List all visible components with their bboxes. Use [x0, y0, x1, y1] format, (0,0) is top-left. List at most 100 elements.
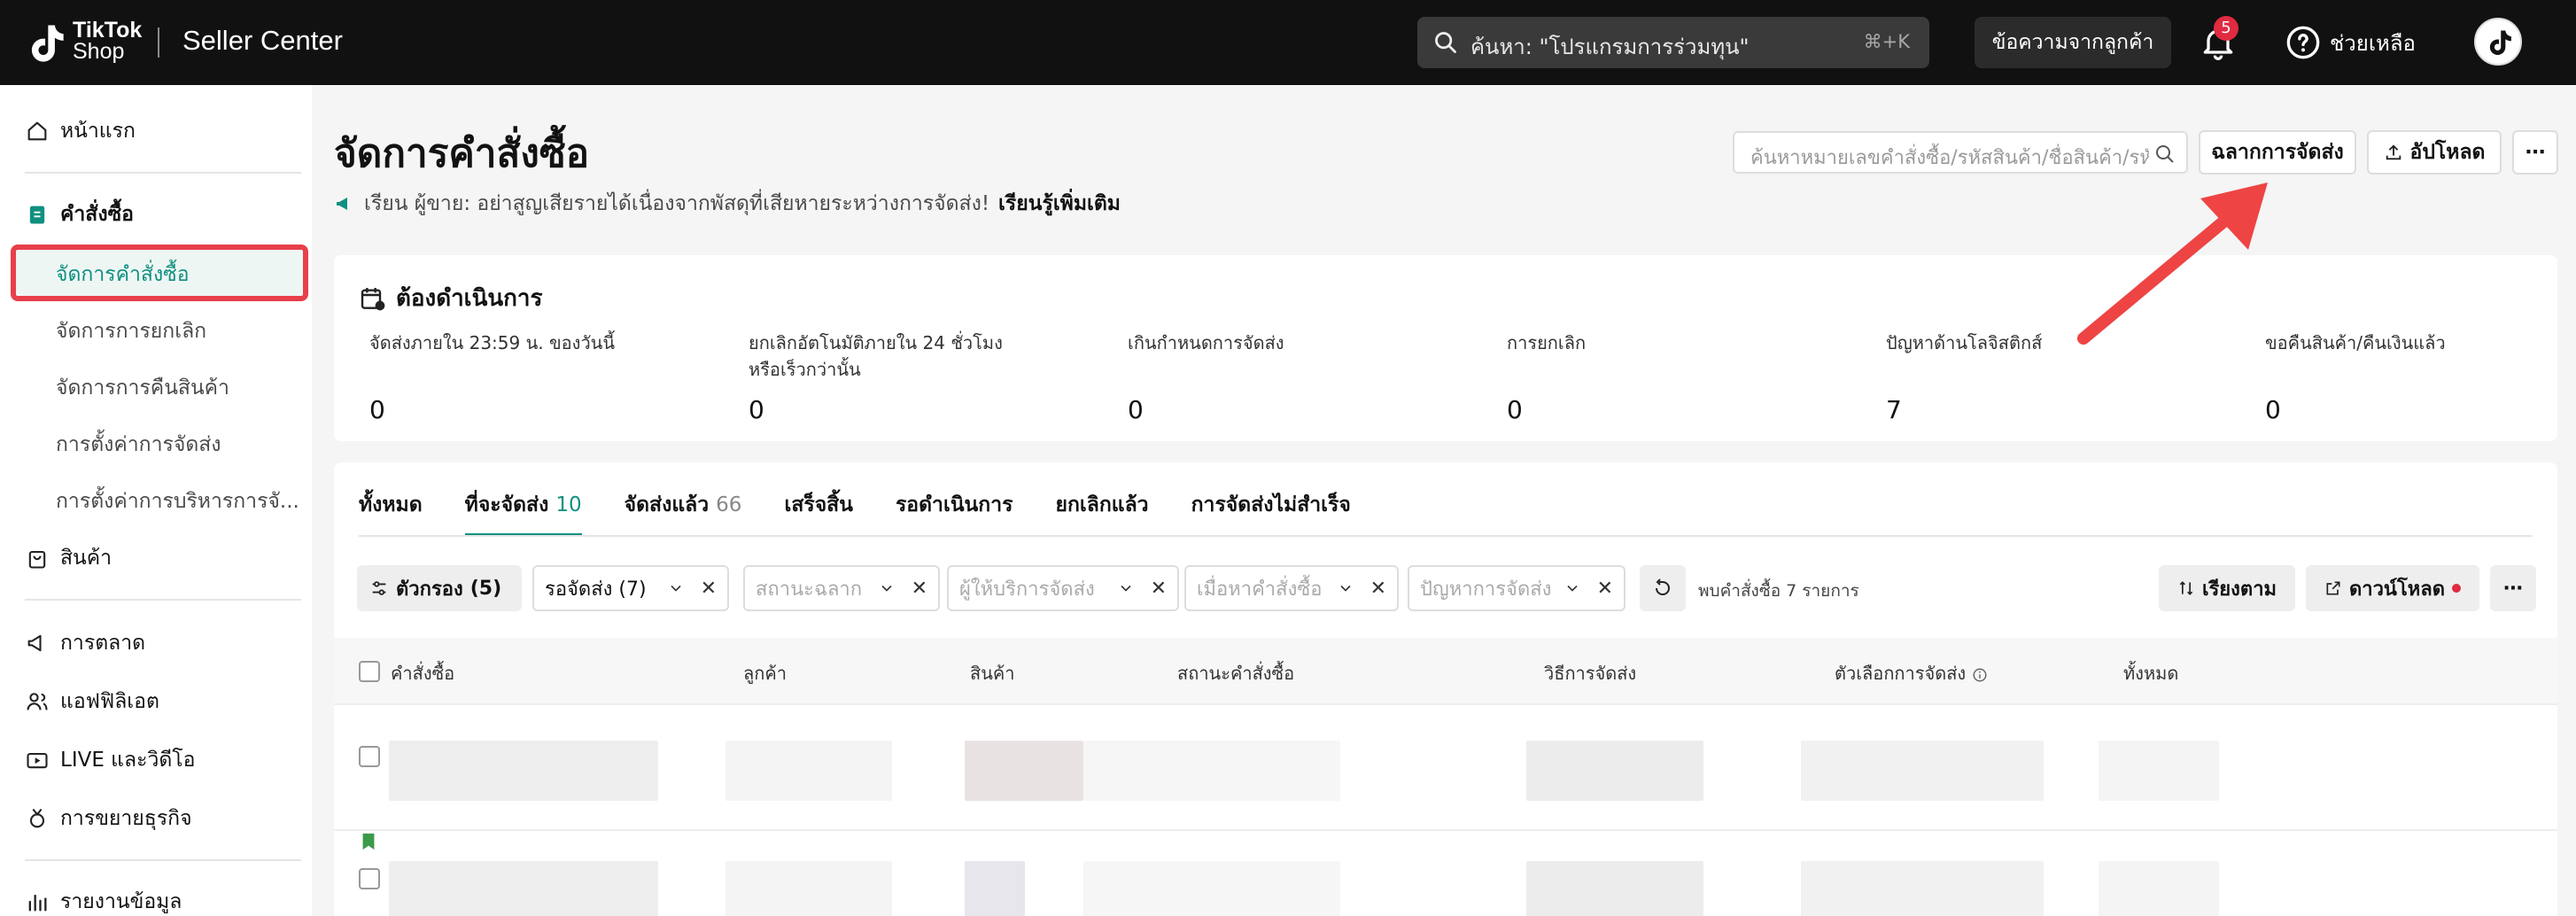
sidebar-item-growth[interactable]: การขยายธุรกิจ — [25, 801, 192, 836]
global-search-placeholder: ค้นหา: "โปรแกรมการร่วมทุน" — [1470, 35, 1750, 59]
upload-icon — [2386, 144, 2401, 160]
column-header-order[interactable]: คำสั่งซื้อ — [391, 659, 454, 687]
tab-completed[interactable]: เสร็จสิ้น — [784, 489, 853, 537]
redacted-order-info — [389, 861, 658, 916]
clear-filter-button[interactable]: ✕ — [1370, 578, 1386, 600]
order-search-input[interactable]: ค้นหาหมายเลขคำสั่งซื้อ/รหัสสินค้า/ชื่อสิ… — [1733, 131, 2188, 174]
sidebar-item-home[interactable]: หน้าแรก — [25, 113, 136, 149]
brand-name[interactable]: TikTok Shop — [73, 18, 143, 63]
row-checkbox[interactable] — [359, 746, 380, 767]
download-button[interactable]: ดาวน์โหลด — [2306, 565, 2479, 611]
column-header-shipping-method[interactable]: วิธีการจัดส่ง — [1544, 659, 1636, 687]
stat-logistics-issues[interactable]: ปัญหาด้านโลจิสติกส์ 7 — [1886, 330, 2231, 424]
sidebar-item-management-settings[interactable]: การตั้งค่าการบริหารการจั... — [56, 485, 299, 517]
sidebar-item-marketing[interactable]: การตลาด — [25, 625, 145, 661]
sidebar-item-live-video[interactable]: LIVE และวิดีโอ — [25, 742, 195, 778]
row-checkbox[interactable] — [359, 868, 380, 889]
more-actions-button[interactable]: ⋯ — [2490, 565, 2536, 611]
clear-filter-button[interactable]: ✕ — [1151, 578, 1167, 600]
filter-label-status[interactable]: สถานะฉลาก ✕ — [743, 565, 940, 611]
column-header-customer[interactable]: ลูกค้า — [743, 659, 787, 687]
table-header: คำสั่งซื้อ ลูกค้า สินค้า สถานะคำสั่งซื้อ… — [334, 638, 2557, 705]
sidebar-item-orders[interactable]: คำสั่งซื้อ — [25, 197, 134, 232]
stat-returns[interactable]: ขอคืนสินค้า/คืนเงินแล้ว 0 — [2265, 330, 2540, 424]
tab-to-ship[interactable]: ที่จะจัดส่ง 10 — [464, 489, 582, 537]
clear-filter-button[interactable]: ✕ — [701, 578, 717, 600]
tab-label: ทั้งหมด — [359, 493, 423, 516]
stat-label: จัดส่งภายใน 23:59 น. ของวันนี้ — [369, 332, 616, 353]
sidebar-item-manage-orders[interactable]: จัดการคำสั่งซื้อ — [56, 259, 190, 291]
sliders-icon — [372, 581, 386, 595]
sidebar-item-reports[interactable]: รายงานข้อมูล — [25, 884, 182, 916]
help-button[interactable]: ช่วยเหลือ — [2285, 23, 2416, 62]
column-header-total[interactable]: ทั้งหมด — [2123, 659, 2178, 687]
tab-count: 10 — [555, 493, 582, 516]
sidebar-item-manage-cancellations[interactable]: จัดการการยกเลิก — [56, 315, 206, 347]
medal-icon — [29, 808, 45, 828]
people-icon — [27, 693, 48, 710]
download-label: ดาวน์โหลด — [2348, 578, 2446, 601]
order-tabs: ทั้งหมด ที่จะจัดส่ง 10 จัดส่งแล้ว 66 เสร… — [359, 489, 1351, 537]
todo-title-label: ต้องดำเนินการ — [396, 285, 543, 312]
info-icon[interactable] — [1972, 667, 1988, 683]
tab-failed-delivery[interactable]: การจัดส่งไม่สำเร็จ — [1191, 489, 1351, 537]
stat-cancellations[interactable]: การยกเลิก 0 — [1507, 330, 1852, 424]
stat-auto-cancel[interactable]: ยกเลิกอัตโนมัติภายใน 24 ชั่วโมง หรือเร็ว… — [749, 330, 1014, 424]
top-bar: TikTok Shop Seller Center ค้นหา: "โปรแกร… — [0, 0, 2576, 85]
search-icon[interactable] — [2154, 144, 2176, 165]
tiktok-logo-icon[interactable] — [21, 19, 67, 66]
table-row[interactable] — [334, 833, 2557, 916]
tab-count: 66 — [716, 493, 742, 516]
sidebar-divider — [25, 172, 301, 174]
filter-button[interactable]: ตัวกรอง (5) — [357, 565, 522, 611]
select-all-checkbox[interactable] — [359, 661, 380, 682]
filter-carrier[interactable]: ผู้ให้บริการจัดส่ง ✕ — [947, 565, 1179, 611]
reset-filters-button[interactable] — [1640, 565, 1686, 611]
column-header-order-status[interactable]: สถานะคำสั่งซื้อ — [1177, 659, 1294, 687]
clear-filter-button[interactable]: ✕ — [912, 578, 927, 600]
filter-placeholder: ปัญหาการจัดส่ง — [1420, 578, 1552, 601]
stat-ship-today[interactable]: จัดส่งภายใน 23:59 น. ของวันนี้ 0 — [369, 330, 715, 424]
filter-shipping-problem[interactable]: ปัญหาการจัดส่ง ✕ — [1408, 565, 1626, 611]
refresh-icon — [1656, 578, 1670, 595]
customer-messages-button[interactable]: ข้อความจากลูกค้า — [1975, 17, 2171, 68]
stat-overdue[interactable]: เกินกำหนดการจัดส่ง 0 — [1128, 330, 1473, 424]
redacted-shipping-method — [1526, 741, 1703, 801]
sidebar-item-affiliate[interactable]: แอฟฟิลิเอต — [25, 684, 159, 719]
tab-all[interactable]: ทั้งหมด — [359, 489, 423, 537]
bookmark-icon[interactable] — [359, 831, 378, 852]
sidebar-item-manage-returns[interactable]: จัดการการคืนสินค้า — [56, 372, 229, 404]
tab-cancelled[interactable]: ยกเลิกแล้ว — [1055, 489, 1148, 537]
sort-icon — [2179, 581, 2193, 595]
sidebar-item-label: รายงานข้อมูล — [60, 890, 182, 913]
clear-filter-button[interactable]: ✕ — [1597, 578, 1613, 600]
brand-line-1: TikTok — [73, 18, 143, 43]
calendar-clock-icon — [361, 287, 385, 310]
column-header-shipping-options[interactable]: ตัวเลือกการจัดส่ง — [1835, 659, 1988, 687]
stat-value: 7 — [1886, 395, 1902, 424]
tab-divider — [359, 535, 2533, 537]
filter-placeholder: ผู้ให้บริการจัดส่ง — [959, 578, 1095, 601]
avatar[interactable] — [2474, 18, 2522, 66]
sidebar-item-products[interactable]: สินค้า — [25, 540, 112, 576]
tab-pending[interactable]: รอดำเนินการ — [896, 489, 1013, 537]
column-header-product[interactable]: สินค้า — [970, 659, 1015, 687]
global-search[interactable]: ค้นหา: "โปรแกรมการร่วมทุน" ⌘+K — [1417, 17, 1929, 68]
sort-button[interactable]: เรียงตาม — [2159, 565, 2295, 611]
more-options-button[interactable]: ⋯ — [2512, 130, 2558, 175]
sidebar-divider — [25, 859, 301, 861]
learn-more-link[interactable]: เรียนรู้เพิ่มเติม — [998, 188, 1121, 220]
chevron-down-icon — [1120, 585, 1131, 592]
filter-order-time[interactable]: เมื่อหาคำสั่งซื้อ ✕ — [1184, 565, 1399, 611]
sidebar-item-shipping-settings[interactable]: การตั้งค่าการจัดส่ง — [56, 429, 221, 461]
table-row[interactable] — [334, 707, 2557, 831]
stat-value: 0 — [1128, 395, 1144, 424]
filter-awaiting-ship[interactable]: รอจัดส่ง (7) ✕ — [532, 565, 729, 611]
upload-button[interactable]: อัปโหลด — [2367, 130, 2502, 175]
stat-label: ขอคืนสินค้า/คืนเงินแล้ว — [2265, 332, 2446, 353]
external-link-icon — [2326, 581, 2340, 595]
shipping-labels-button[interactable]: ฉลากการจัดส่ง — [2199, 130, 2356, 175]
megaphone-icon — [27, 634, 42, 652]
tab-shipped[interactable]: จัดส่งแล้ว 66 — [625, 489, 742, 537]
results-count: พบคำสั่งซื้อ 7 รายการ — [1698, 581, 1859, 601]
